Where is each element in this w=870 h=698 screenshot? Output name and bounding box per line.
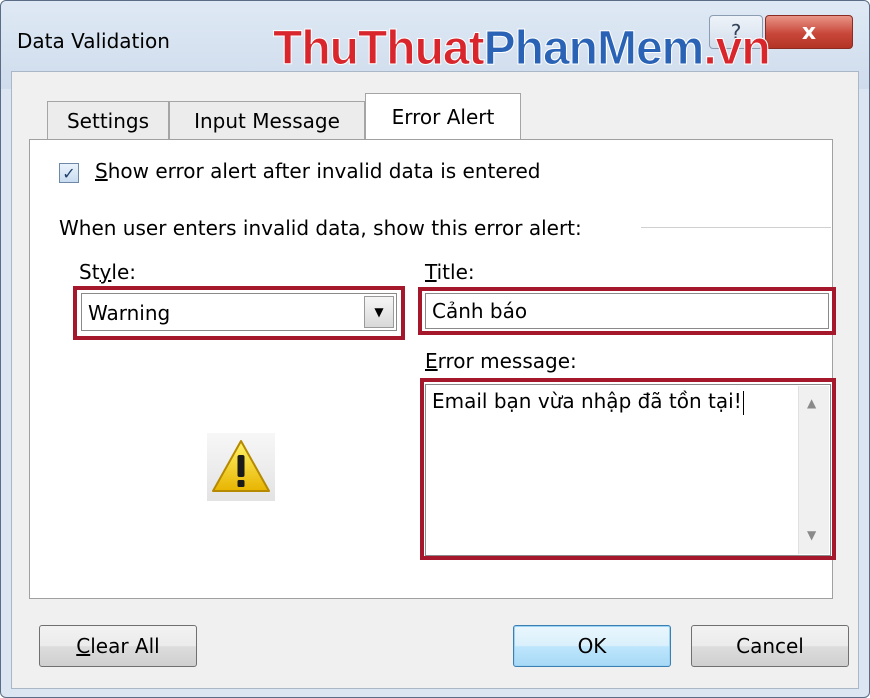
title-label: Title: [425, 260, 475, 284]
warning-icon [207, 433, 275, 501]
watermark: ThuThuatPhanMem.vn [273, 22, 772, 75]
close-icon: x [801, 19, 817, 45]
textarea-scrollbar[interactable]: ▲ ▼ [798, 386, 829, 554]
dialog-window: Data Validation ? x ThuThuatPhanMem.vn S… [0, 0, 870, 698]
show-error-alert-checkbox[interactable]: ✓ [59, 163, 79, 183]
clear-all-button[interactable]: Clear All [39, 625, 197, 667]
ok-button[interactable]: OK [513, 625, 671, 667]
error-message-label: Error message: [425, 349, 577, 373]
tab-error-alert[interactable]: Error Alert [365, 93, 521, 139]
checkmark-icon: ✓ [62, 163, 76, 183]
group-divider [641, 227, 831, 229]
style-dropdown[interactable]: Warning ▼ [81, 293, 397, 331]
close-button[interactable]: x [765, 15, 853, 49]
cancel-button[interactable]: Cancel [691, 625, 849, 667]
scroll-up-icon[interactable]: ▲ [807, 396, 816, 410]
error-message-textarea[interactable]: Email bạn vừa nhập đã tồn tại! ▲ ▼ [425, 384, 831, 556]
title-input[interactable]: Cảnh báo [425, 293, 829, 329]
style-dropdown-value: Warning [88, 301, 171, 325]
error-message-text: Email bạn vừa nhập đã tồn tại! [432, 389, 742, 413]
tab-settings[interactable]: Settings [47, 101, 169, 139]
scroll-down-icon[interactable]: ▼ [807, 528, 816, 542]
title-input-value: Cảnh báo [432, 299, 528, 323]
show-error-alert-label[interactable]: Show error alert after invalid data is e… [95, 159, 540, 183]
dropdown-arrow-icon[interactable]: ▼ [364, 296, 394, 328]
dialog-title: Data Validation [17, 29, 170, 53]
group-caption: When user enters invalid data, show this… [59, 216, 582, 240]
text-caret [742, 390, 744, 415]
tab-input-message[interactable]: Input Message [169, 101, 365, 139]
style-label: Style: [79, 260, 136, 284]
